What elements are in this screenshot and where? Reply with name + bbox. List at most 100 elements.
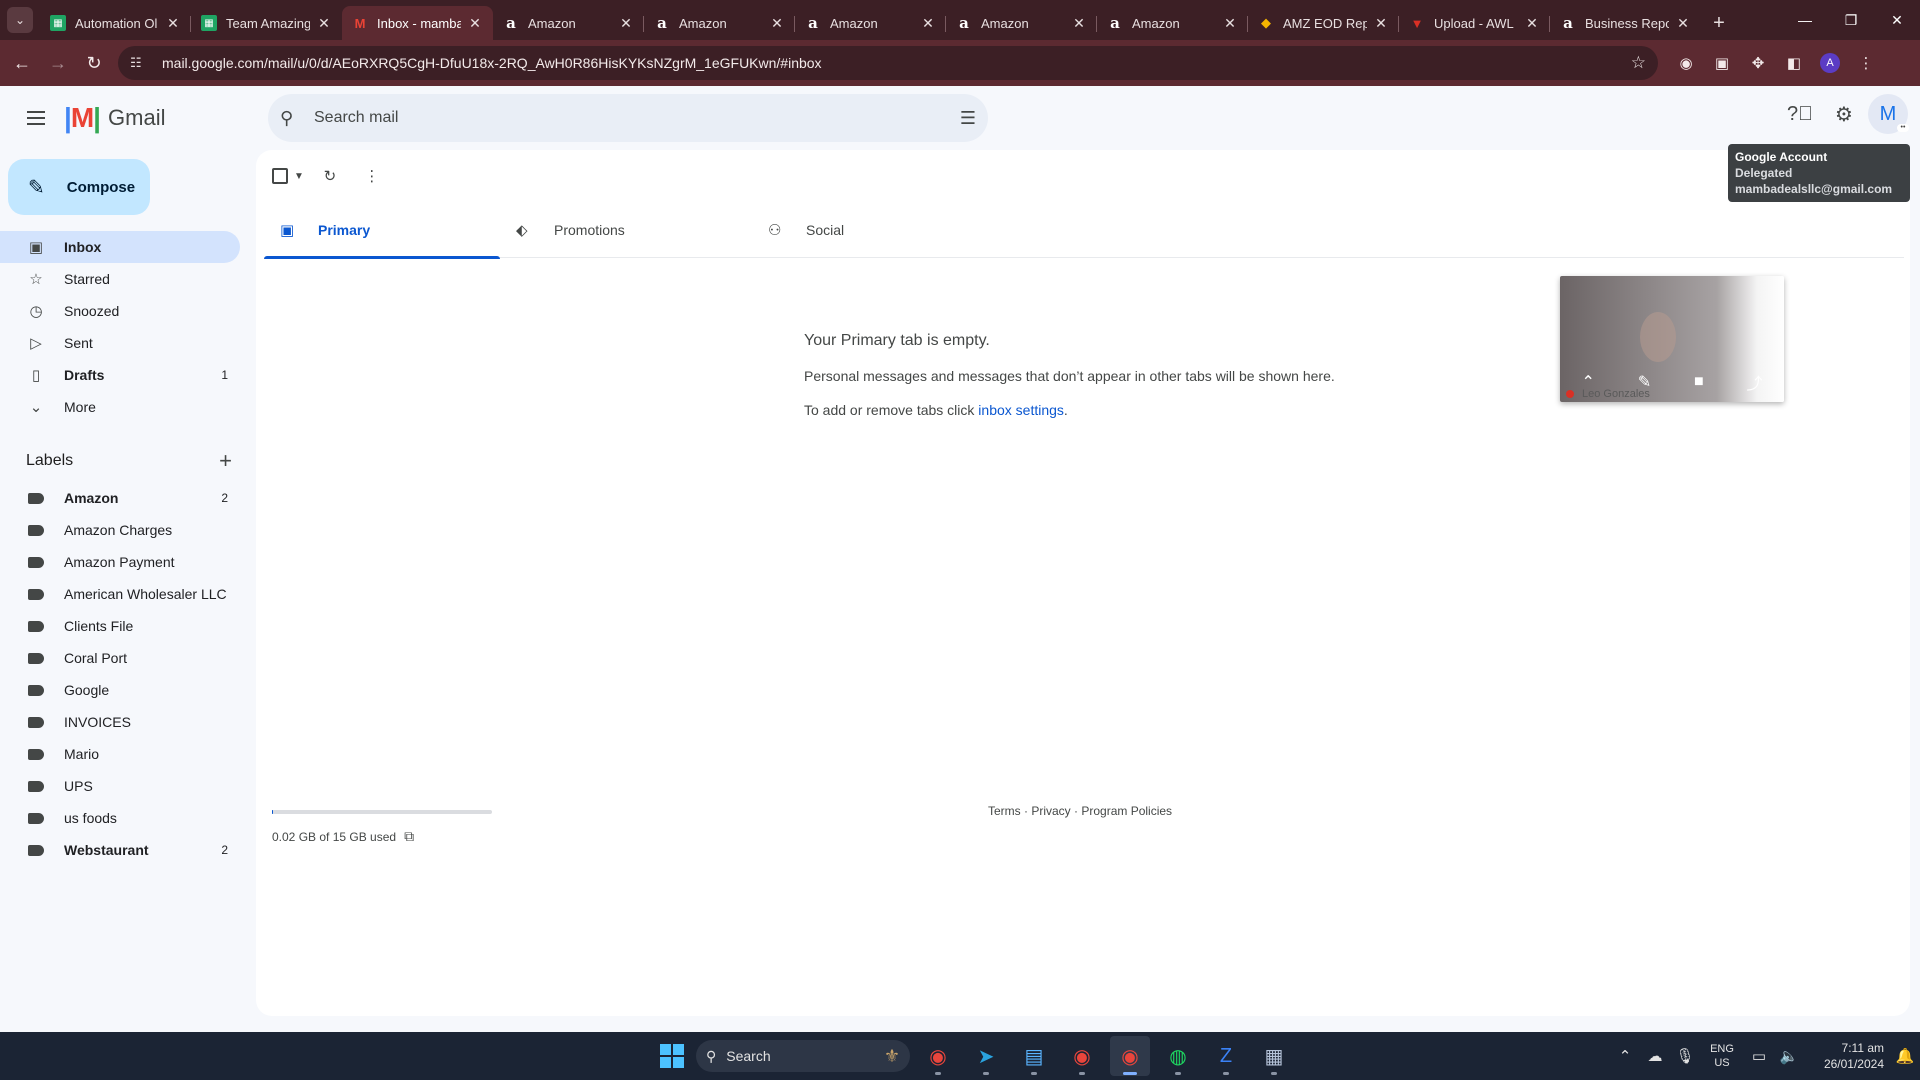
browser-tab[interactable]: a Amazon ✕ <box>1097 6 1248 40</box>
browser-tab[interactable]: a Amazon ✕ <box>946 6 1097 40</box>
close-icon[interactable]: ✕ <box>1675 15 1691 32</box>
select-all-checkbox[interactable] <box>272 160 288 192</box>
browser-tab[interactable]: a Amazon ✕ <box>795 6 946 40</box>
forward-button[interactable]: → <box>40 45 76 81</box>
windows-start-icon[interactable] <box>656 1040 688 1072</box>
restore-button[interactable]: ❐ <box>1828 0 1874 40</box>
close-icon[interactable]: ✕ <box>769 15 785 32</box>
label-item[interactable]: American Wholesaler LLC <box>0 578 240 610</box>
browser-tab[interactable]: ▼ Upload - AWL I ✕ <box>1399 6 1550 40</box>
select-dropdown-icon[interactable]: ▼ <box>294 160 304 192</box>
close-icon[interactable]: ✕ <box>1222 15 1238 32</box>
tray-overflow-icon[interactable]: ⌃ <box>1610 1047 1640 1065</box>
help-icon[interactable]: ?⃝ <box>1780 94 1820 134</box>
browser-profile-button[interactable]: A <box>1814 47 1846 79</box>
settings-gear-icon[interactable]: ⚙ <box>1824 94 1864 134</box>
close-icon[interactable]: ✕ <box>165 15 181 32</box>
cloud-off-icon[interactable]: ☁ <box>1640 1047 1670 1065</box>
nav-item-snoozed[interactable]: ◷ Snoozed <box>0 295 240 327</box>
label-item[interactable]: Mario <box>0 738 240 770</box>
calculator-icon[interactable]: ▦ <box>1254 1036 1294 1076</box>
label-item[interactable]: us foods <box>0 802 240 834</box>
tab-primary[interactable]: ▣ Primary <box>264 202 500 259</box>
label-item[interactable]: INVOICES <box>0 706 240 738</box>
tab-search-button[interactable]: ⌄ <box>0 0 40 40</box>
bookmark-star-icon[interactable]: ☆ <box>1631 53 1646 73</box>
volume-icon[interactable]: 🔈 <box>1774 1047 1804 1065</box>
nav-item-sent[interactable]: ▷ Sent <box>0 327 240 359</box>
network-icon[interactable]: ▭ <box>1744 1047 1774 1065</box>
label-item[interactable]: Amazon Payment <box>0 546 240 578</box>
browser-tab-active[interactable]: M Inbox - mamba ✕ <box>342 6 493 40</box>
chrome-active-icon[interactable]: ◉ <box>1110 1036 1150 1076</box>
label-item[interactable]: UPS <box>0 770 240 802</box>
label-item[interactable]: Google <box>0 674 240 706</box>
share-screen-icon[interactable]: ⤴ <box>1747 370 1763 394</box>
search-icon[interactable]: ⚲ <box>280 108 306 129</box>
close-icon[interactable]: ✕ <box>467 15 483 32</box>
browser-tab[interactable]: a Amazon ✕ <box>493 6 644 40</box>
spotify-icon[interactable]: ◍ <box>1158 1036 1198 1076</box>
close-icon[interactable]: ✕ <box>618 15 634 32</box>
close-icon[interactable]: ✕ <box>1524 15 1540 32</box>
extension-icon[interactable]: ◉ <box>1670 47 1702 79</box>
main-menu-button[interactable] <box>12 94 60 142</box>
account-button[interactable]: M •• <box>1868 94 1909 134</box>
more-options-icon[interactable]: ⋮ <box>356 160 388 192</box>
minimize-button[interactable]: — <box>1782 0 1828 40</box>
site-info-icon[interactable]: ☷ <box>130 55 150 71</box>
video-call-preview[interactable]: ⌃ ✎ ■ ⤴ Leo Gonzales <box>1560 276 1784 402</box>
nav-item-drafts[interactable]: ▯ Drafts 1 <box>0 359 240 391</box>
camera-icon[interactable]: ■ <box>1694 373 1704 391</box>
notepad-icon[interactable]: ▤ <box>1014 1036 1054 1076</box>
label-item[interactable]: Amazon 2 <box>0 482 240 514</box>
label-item[interactable]: Clients File <box>0 610 240 642</box>
label-item[interactable]: Webstaurant 2 <box>0 834 240 866</box>
taskbar-search[interactable]: ⚲ Search ⚜ <box>696 1040 910 1072</box>
address-bar[interactable]: ☷ mail.google.com/mail/u/0/d/AEoRXRQ5CgH… <box>118 46 1658 80</box>
chrome-profile-icon[interactable]: ◉ <box>1062 1036 1102 1076</box>
new-tab-button[interactable]: + <box>1701 6 1737 40</box>
close-icon[interactable]: ✕ <box>316 15 332 32</box>
qr-extension-icon[interactable]: ▣ <box>1706 47 1738 79</box>
refresh-icon[interactable]: ↻ <box>310 160 350 192</box>
external-link-icon[interactable]: ⧉ <box>404 828 414 845</box>
label-item[interactable]: Coral Port <box>0 642 240 674</box>
search-mail-bar[interactable]: ⚲ Search mail ☰ <box>268 94 988 142</box>
browser-tab[interactable]: ◆ AMZ EOD Repo ✕ <box>1248 6 1399 40</box>
taskbar-clock[interactable]: 7:11 am 26/01/2024 <box>1804 1040 1884 1072</box>
tab-promotions[interactable]: ⬖ Promotions <box>500 202 752 258</box>
browser-tab[interactable]: ▦ Team Amazing ✕ <box>191 6 342 40</box>
back-button[interactable]: ← <box>4 45 40 81</box>
privacy-link[interactable]: Privacy <box>1031 804 1070 818</box>
microphone-icon[interactable]: 🎙 <box>1670 1047 1700 1065</box>
side-panel-icon[interactable]: ◧ <box>1778 47 1810 79</box>
notification-bell-icon[interactable]: 🔔 <box>1890 1047 1920 1065</box>
close-icon[interactable]: ✕ <box>1373 15 1389 32</box>
compose-button[interactable]: ✎ Compose <box>8 159 150 215</box>
terms-link[interactable]: Terms <box>988 804 1021 818</box>
search-options-icon[interactable]: ☰ <box>960 108 976 129</box>
add-label-icon[interactable]: + <box>219 448 232 474</box>
chrome-icon[interactable]: ◉ <box>918 1036 958 1076</box>
browser-menu-icon[interactable]: ⋮ <box>1850 47 1882 79</box>
nav-item-inbox[interactable]: ▣ Inbox <box>0 231 240 263</box>
puzzle-icon[interactable]: ✥ <box>1742 47 1774 79</box>
inbox-settings-link[interactable]: inbox settings <box>978 402 1064 418</box>
reload-button[interactable]: ↻ <box>76 45 112 81</box>
nav-item-more[interactable]: ⌄ More <box>0 391 240 423</box>
close-icon[interactable]: ✕ <box>1071 15 1087 32</box>
zoom-icon[interactable]: Z <box>1206 1036 1246 1076</box>
browser-tab[interactable]: a Amazon ✕ <box>644 6 795 40</box>
window-close-button[interactable]: ✕ <box>1874 0 1920 40</box>
program-policies-link[interactable]: Program Policies <box>1081 804 1172 818</box>
close-icon[interactable]: ✕ <box>920 15 936 32</box>
nav-item-starred[interactable]: ☆ Starred <box>0 263 240 295</box>
browser-tab[interactable]: a Business Repo ✕ <box>1550 6 1701 40</box>
gmail-logo[interactable]: |M| Gmail <box>64 102 256 134</box>
search-input[interactable]: Search mail <box>314 109 960 127</box>
label-item[interactable]: Amazon Charges <box>0 514 240 546</box>
telegram-icon[interactable]: ➤ <box>966 1036 1006 1076</box>
browser-tab[interactable]: ▦ Automation Ol ✕ <box>40 6 191 40</box>
language-indicator[interactable]: ENG US <box>1700 1042 1744 1070</box>
